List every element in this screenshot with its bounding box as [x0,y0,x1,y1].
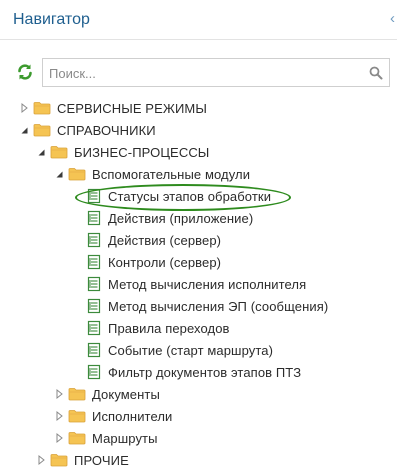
tree-node-label: Вспомогательные модули [92,166,251,182]
tree-node-label: БИЗНЕС-ПРОЦЕССЫ [74,144,210,160]
tree-node-label: СЕРВИСНЫЕ РЕЖИМЫ [57,100,207,116]
document-icon [87,320,101,336]
tree-leaf-label: Статусы этапов обработки [108,188,272,204]
chevron-left-icon[interactable]: ‹ [390,10,395,27]
search-input[interactable] [49,63,359,83]
tree-node-spravochniki[interactable]: СПРАВОЧНИКИ [20,119,156,141]
tree-leaf[interactable]: Событие (старт маршрута) [87,339,273,361]
tree-leaf-label: Фильтр документов этапов ПТЗ [108,364,302,380]
tree-leaf[interactable]: Статусы этапов обработки [87,185,271,207]
folder-icon [68,431,86,445]
tree-node-label: Документы [92,386,160,402]
tree-leaf[interactable]: Метод вычисления исполнителя [87,273,306,295]
expand-arrow-icon[interactable] [20,102,29,114]
folder-icon [33,123,51,137]
tree-leaf-label: Контроли (сервер) [108,254,222,270]
tree-leaf-label: Действия (сервер) [108,232,222,248]
refresh-icon[interactable] [16,63,34,81]
expand-arrow-icon[interactable] [37,454,46,466]
tree-node-label: СПРАВОЧНИКИ [57,122,156,138]
tree-leaf[interactable]: Метод вычисления ЭП (сообщения) [87,295,328,317]
tree-node-biznes[interactable]: БИЗНЕС-ПРОЦЕССЫ [37,141,209,163]
tree-leaf-label: Действия (приложение) [108,210,254,226]
tree-leaf[interactable]: Фильтр документов этапов ПТЗ [87,361,301,383]
tree-node-prochie[interactable]: ПРОЧИЕ [37,449,129,468]
document-icon [87,210,101,226]
tree-leaf[interactable]: Действия (приложение) [87,207,253,229]
tree-node-ispolniteli[interactable]: Исполнители [55,405,172,427]
expand-arrow-icon[interactable] [55,432,64,444]
tree-node-label: Исполнители [92,408,173,424]
tree-leaf-label: Правила переходов [108,320,230,336]
tree-leaf-label: Метод вычисления ЭП (сообщения) [108,298,329,314]
tree-leaf-label: Событие (старт маршрута) [108,342,274,358]
collapse-arrow-icon[interactable] [55,168,64,180]
tree-node-marshruty[interactable]: Маршруты [55,427,158,449]
document-icon [87,364,101,380]
expand-arrow-icon[interactable] [55,410,64,422]
folder-icon [68,409,86,423]
folder-icon [68,167,86,181]
tree-node-dokumenty[interactable]: Документы [55,383,160,405]
collapse-arrow-icon[interactable] [37,146,46,158]
folder-icon [68,387,86,401]
document-icon [87,342,101,358]
tree-leaf[interactable]: Действия (сервер) [87,229,221,251]
search-icon[interactable] [369,66,383,80]
expand-arrow-icon[interactable] [55,388,64,400]
tree-node-label: ПРОЧИЕ [74,452,129,468]
tree-leaf[interactable]: Контроли (сервер) [87,251,221,273]
tree-node-vspomog[interactable]: Вспомогательные модули [55,163,250,185]
document-icon [87,188,101,204]
tree-node-label: Маршруты [92,430,158,446]
tree-node-servisnye[interactable]: СЕРВИСНЫЕ РЕЖИМЫ [20,97,207,119]
tree-leaf-label: Метод вычисления исполнителя [108,276,307,292]
search-box [42,58,390,87]
document-icon [87,276,101,292]
collapse-arrow-icon[interactable] [20,124,29,136]
document-icon [87,298,101,314]
folder-icon [33,101,51,115]
folder-icon [50,453,68,467]
tree-leaf[interactable]: Правила переходов [87,317,230,339]
document-icon [87,232,101,248]
navigator-header: Навигатор ‹ [0,0,397,40]
folder-icon [50,145,68,159]
document-icon [87,254,101,270]
navigator-title: Навигатор [13,11,90,28]
